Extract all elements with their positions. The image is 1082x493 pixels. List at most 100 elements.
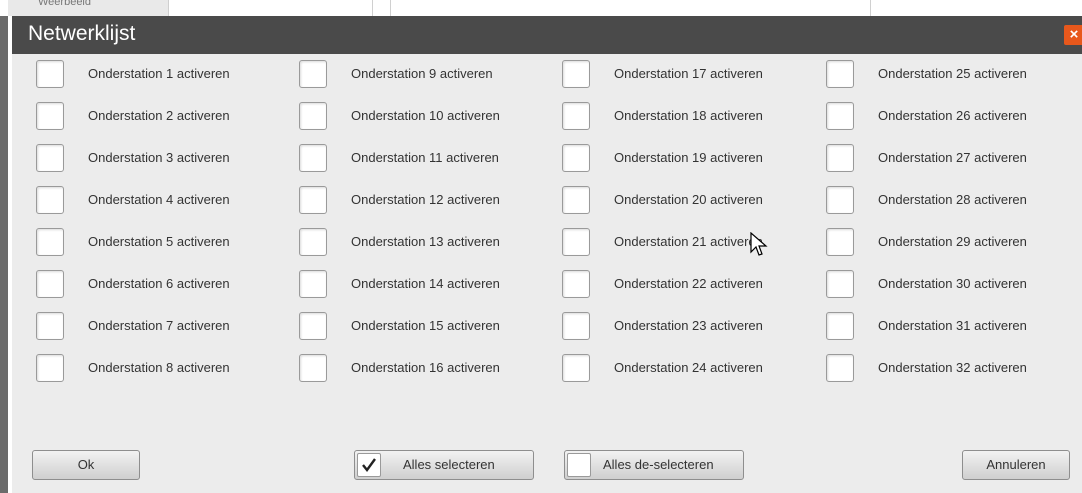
- substation-5-label: Onderstation 5 activeren: [88, 234, 230, 249]
- substation-6-row: Onderstation 6 activeren: [36, 270, 286, 302]
- substation-22-label: Onderstation 22 activeren: [614, 276, 763, 291]
- substation-28-checkbox[interactable]: [826, 186, 854, 214]
- substation-3-row: Onderstation 3 activeren: [36, 144, 286, 176]
- substation-11-label: Onderstation 11 activeren: [351, 150, 499, 165]
- substation-13-row: Onderstation 13 activeren: [299, 228, 549, 260]
- substation-2-label: Onderstation 2 activeren: [88, 108, 230, 123]
- ok-button[interactable]: Ok: [32, 450, 140, 480]
- substation-1-checkbox[interactable]: [36, 60, 64, 88]
- select-all-button[interactable]: Alles selecteren: [354, 450, 534, 480]
- substation-29-checkbox[interactable]: [826, 228, 854, 256]
- substation-2-checkbox[interactable]: [36, 102, 64, 130]
- substation-22-checkbox[interactable]: [562, 270, 590, 298]
- background-divider: [870, 0, 871, 16]
- substation-7-checkbox[interactable]: [36, 312, 64, 340]
- substation-32-row: Onderstation 32 activeren: [826, 354, 1076, 386]
- substation-19-label: Onderstation 19 activeren: [614, 150, 763, 165]
- substation-7-label: Onderstation 7 activeren: [88, 318, 230, 333]
- substation-3-checkbox[interactable]: [36, 144, 64, 172]
- substation-32-checkbox[interactable]: [826, 354, 854, 382]
- substation-17-checkbox[interactable]: [562, 60, 590, 88]
- substation-26-checkbox[interactable]: [826, 102, 854, 130]
- substation-6-checkbox[interactable]: [36, 270, 64, 298]
- select-all-checkbox[interactable]: [357, 453, 381, 477]
- substation-20-row: Onderstation 20 activeren: [562, 186, 812, 218]
- substation-25-checkbox[interactable]: [826, 60, 854, 88]
- deselect-all-button[interactable]: Alles de-selecteren: [564, 450, 744, 480]
- background-divider: [390, 0, 391, 16]
- substation-27-label: Onderstation 27 activeren: [878, 150, 1027, 165]
- substation-12-checkbox[interactable]: [299, 186, 327, 214]
- substation-25-label: Onderstation 25 activeren: [878, 66, 1027, 81]
- substation-4-label: Onderstation 4 activeren: [88, 192, 230, 207]
- substation-1-row: Onderstation 1 activeren: [36, 60, 286, 92]
- substation-13-label: Onderstation 13 activeren: [351, 234, 500, 249]
- substation-8-label: Onderstation 8 activeren: [88, 360, 230, 375]
- substation-23-label: Onderstation 23 activeren: [614, 318, 763, 333]
- substation-15-label: Onderstation 15 activeren: [351, 318, 500, 333]
- substation-4-row: Onderstation 4 activeren: [36, 186, 286, 218]
- substation-16-checkbox[interactable]: [299, 354, 327, 382]
- substation-18-row: Onderstation 18 activeren: [562, 102, 812, 134]
- background-tab-label: Weerbeeld: [38, 0, 91, 8]
- substation-13-checkbox[interactable]: [299, 228, 327, 256]
- substation-17-label: Onderstation 17 activeren: [614, 66, 763, 81]
- substation-31-label: Onderstation 31 activeren: [878, 318, 1027, 333]
- substation-30-checkbox[interactable]: [826, 270, 854, 298]
- close-icon[interactable]: ×: [1064, 25, 1082, 45]
- substation-20-checkbox[interactable]: [562, 186, 590, 214]
- substation-10-row: Onderstation 10 activeren: [299, 102, 549, 134]
- substation-24-row: Onderstation 24 activeren: [562, 354, 812, 386]
- substation-17-row: Onderstation 17 activeren: [562, 60, 812, 92]
- substation-32-label: Onderstation 32 activeren: [878, 360, 1027, 375]
- substation-12-label: Onderstation 12 activeren: [351, 192, 500, 207]
- substation-4-checkbox[interactable]: [36, 186, 64, 214]
- substation-14-label: Onderstation 14 activeren: [351, 276, 500, 291]
- substation-23-row: Onderstation 23 activeren: [562, 312, 812, 344]
- checkmark-icon: [362, 458, 376, 472]
- substation-26-row: Onderstation 26 activeren: [826, 102, 1076, 134]
- substation-18-checkbox[interactable]: [562, 102, 590, 130]
- substation-6-label: Onderstation 6 activeren: [88, 276, 230, 291]
- substation-11-checkbox[interactable]: [299, 144, 327, 172]
- dialog-title: Netwerklijst: [28, 22, 136, 45]
- substation-27-checkbox[interactable]: [826, 144, 854, 172]
- substation-8-row: Onderstation 8 activeren: [36, 354, 286, 386]
- substation-10-checkbox[interactable]: [299, 102, 327, 130]
- substation-14-checkbox[interactable]: [299, 270, 327, 298]
- substation-24-checkbox[interactable]: [562, 354, 590, 382]
- substation-19-checkbox[interactable]: [562, 144, 590, 172]
- dialog-titlebar[interactable]: Netwerklijst ×: [12, 16, 1082, 54]
- substation-16-label: Onderstation 16 activeren: [351, 360, 500, 375]
- background-left-edge: [0, 0, 8, 493]
- substation-31-checkbox[interactable]: [826, 312, 854, 340]
- substation-11-row: Onderstation 11 activeren: [299, 144, 549, 176]
- substation-9-label: Onderstation 9 activeren: [351, 66, 493, 81]
- substation-27-row: Onderstation 27 activeren: [826, 144, 1076, 176]
- select-all-label: Alles selecteren: [403, 457, 495, 472]
- mouse-pointer-icon: [750, 232, 768, 256]
- substation-1-label: Onderstation 1 activeren: [88, 66, 230, 81]
- substation-9-checkbox[interactable]: [299, 60, 327, 88]
- substation-8-checkbox[interactable]: [36, 354, 64, 382]
- substation-30-label: Onderstation 30 activeren: [878, 276, 1027, 291]
- background-tab[interactable]: Weerbeeld: [8, 0, 169, 16]
- substation-28-label: Onderstation 28 activeren: [878, 192, 1027, 207]
- substation-21-checkbox[interactable]: [562, 228, 590, 256]
- substation-23-checkbox[interactable]: [562, 312, 590, 340]
- substation-3-label: Onderstation 3 activeren: [88, 150, 230, 165]
- substation-29-label: Onderstation 29 activeren: [878, 234, 1027, 249]
- substation-25-row: Onderstation 25 activeren: [826, 60, 1076, 92]
- cancel-button[interactable]: Annuleren: [962, 450, 1070, 480]
- substation-5-row: Onderstation 5 activeren: [36, 228, 286, 260]
- deselect-all-checkbox[interactable]: [567, 453, 591, 477]
- substation-checkbox-grid: Onderstation 1 activeren Onderstation 2 a…: [12, 54, 1082, 414]
- substation-15-checkbox[interactable]: [299, 312, 327, 340]
- substation-14-row: Onderstation 14 activeren: [299, 270, 549, 302]
- substation-5-checkbox[interactable]: [36, 228, 64, 256]
- substation-12-row: Onderstation 12 activeren: [299, 186, 549, 218]
- substation-22-row: Onderstation 22 activeren: [562, 270, 812, 302]
- substation-10-label: Onderstation 10 activeren: [351, 108, 500, 123]
- substation-20-label: Onderstation 20 activeren: [614, 192, 763, 207]
- substation-29-row: Onderstation 29 activeren: [826, 228, 1076, 260]
